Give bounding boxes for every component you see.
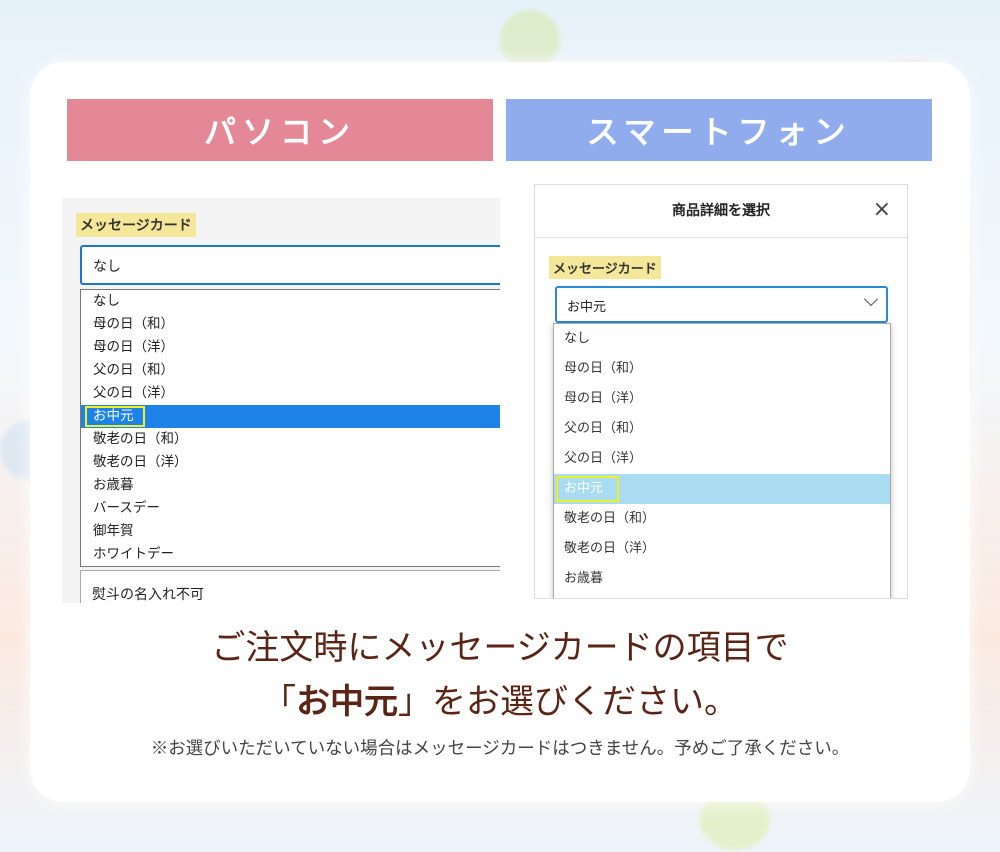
option-item[interactable]: 敬老の日（和） <box>81 428 500 451</box>
notice-text: ※お選びいただいていない場合はメッセージカードはつきません。予めご了承ください。 <box>150 739 850 759</box>
chevron-down-icon <box>863 291 879 307</box>
option-item[interactable]: 御年賀 <box>81 520 500 543</box>
option-item[interactable]: ホワイトデー <box>81 543 500 566</box>
option-item[interactable]: 父の日（洋） <box>81 382 500 405</box>
option-item[interactable]: バースデー <box>81 497 500 520</box>
highlight-box <box>85 406 145 427</box>
option-item[interactable]: 父の日（和） <box>554 414 890 444</box>
message-card-label: メッセージカード <box>549 256 661 279</box>
smartphone-screenshot: 商品詳細を選択 × メッセージカード お中元 なし 母の日（和） 母の日（洋） … <box>534 184 908 599</box>
pc-header: パソコン <box>67 99 493 161</box>
bg-decoration <box>500 10 560 70</box>
option-item[interactable]: なし <box>81 290 500 313</box>
message-card-options: なし 母の日（和） 母の日（洋） 父の日（和） 父の日（洋） お中元 敬老の日（… <box>553 323 891 598</box>
option-item[interactable]: 父の日（和） <box>81 359 500 382</box>
message-card-select[interactable]: お中元 <box>555 286 888 323</box>
message-card-options: なし 母の日（和） 母の日（洋） 父の日（和） 父の日（洋） お中元 敬老の日（… <box>80 289 500 567</box>
option-item[interactable]: 母の日（和） <box>81 313 500 336</box>
close-icon[interactable]: × <box>873 198 891 222</box>
option-item[interactable]: 母の日（洋） <box>81 336 500 359</box>
highlight-box <box>556 476 619 502</box>
modal-title: 商品詳細を選択 <box>535 185 907 238</box>
option-item[interactable]: なし <box>554 324 890 354</box>
option-item[interactable]: お歳暮 <box>81 474 500 497</box>
option-item[interactable]: 敬老の日（和） <box>554 504 890 534</box>
option-item[interactable]: 母の日（洋） <box>554 384 890 414</box>
message-card-label: メッセージカード <box>76 213 196 237</box>
instruction-line-2: 「お中元」をお選びください。 <box>0 674 1000 723</box>
noshi-field[interactable]: 熨斗の名入れ不可 <box>80 570 500 603</box>
option-item-selected[interactable]: お中元 <box>554 474 890 504</box>
option-item[interactable]: お歳暮 <box>554 564 890 594</box>
bracket-open: 「 <box>262 682 296 722</box>
message-card-select[interactable]: なし <box>80 245 500 285</box>
pc-screenshot: メッセージカード なし なし 母の日（和） 母の日（洋） 父の日（和） 父の日（… <box>62 198 500 603</box>
instruction-line-1: ご注文時にメッセージカードの項目で <box>211 628 789 668</box>
option-item[interactable]: 母の日（和） <box>554 354 890 384</box>
option-item-selected[interactable]: お中元 <box>81 405 500 428</box>
instruction-tail: 」をお選びください。 <box>398 682 738 722</box>
smartphone-header: スマートフォン <box>506 99 932 161</box>
select-value: お中元 <box>567 300 607 315</box>
option-item[interactable]: 敬老の日（洋） <box>554 534 890 564</box>
highlight-option-name: お中元 <box>296 682 398 722</box>
option-item[interactable]: 父の日（洋） <box>554 444 890 474</box>
option-item[interactable]: 敬老の日（洋） <box>81 451 500 474</box>
